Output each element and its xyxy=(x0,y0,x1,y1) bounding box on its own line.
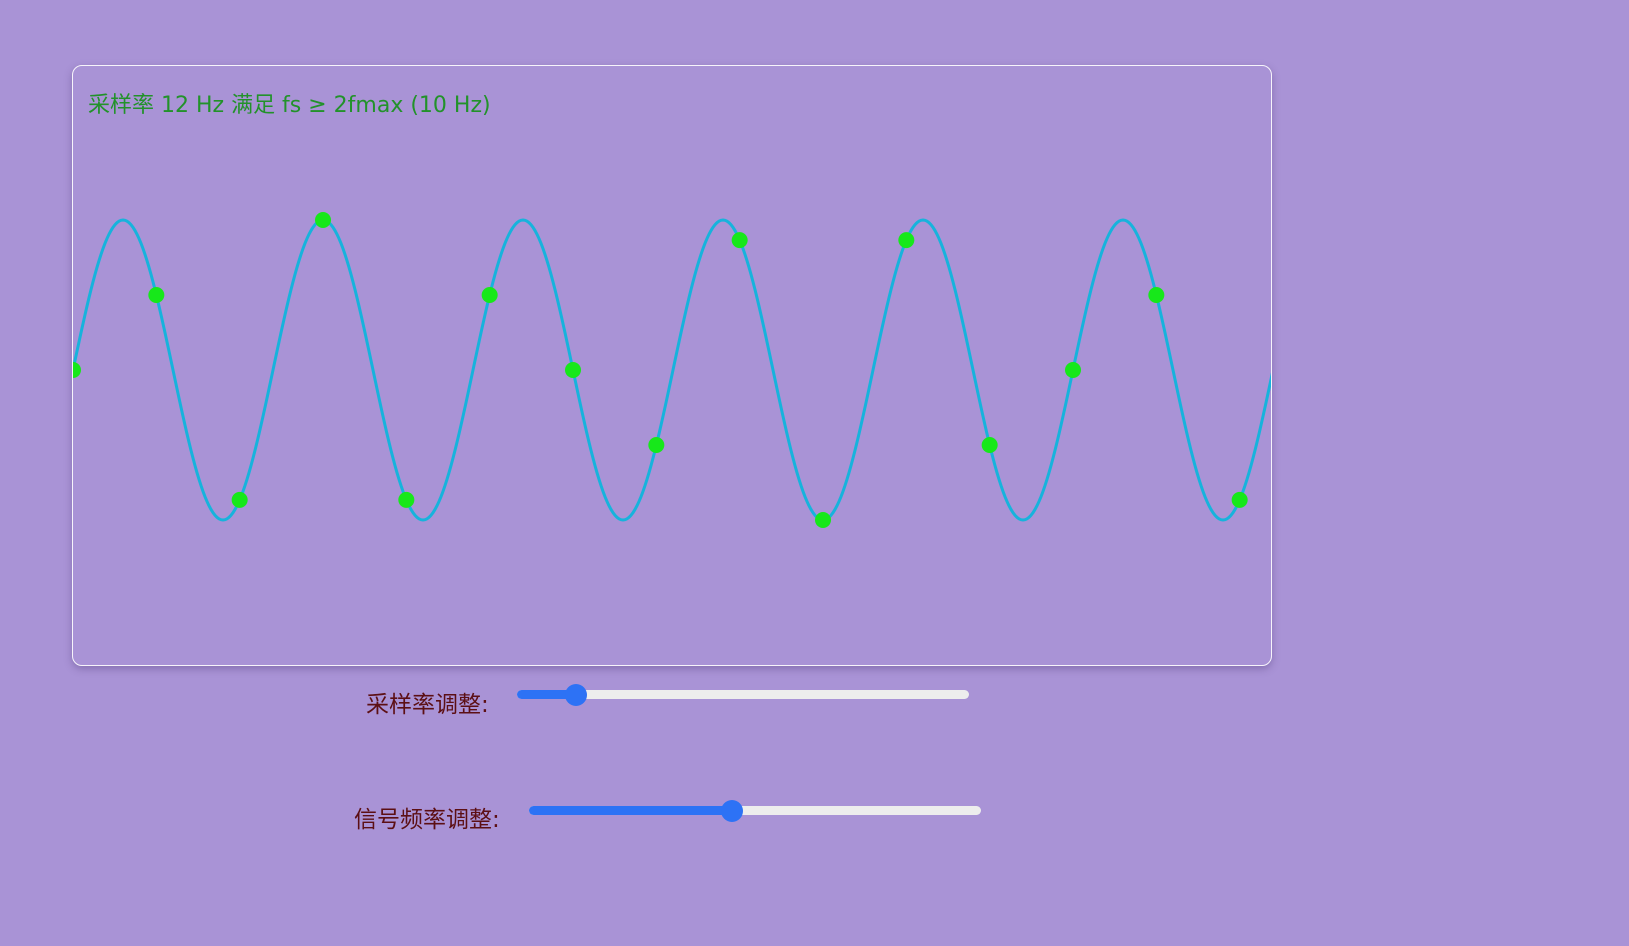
sample-point xyxy=(231,491,248,508)
sample-point xyxy=(815,512,831,528)
sample-point xyxy=(981,437,998,453)
sample-point xyxy=(565,362,581,378)
sample-point xyxy=(315,212,331,228)
sample-point xyxy=(898,232,915,249)
sample-rate-slider-thumb[interactable] xyxy=(564,684,587,706)
signal-frequency-slider[interactable] xyxy=(529,800,981,822)
signal-waveform xyxy=(73,218,1271,522)
signal-frequency-slider-thumb[interactable] xyxy=(721,800,744,822)
sample-point xyxy=(1148,287,1165,303)
sample-point xyxy=(1231,491,1248,508)
sample-rate-label: 采样率调整: xyxy=(366,692,489,718)
signal-frequency-slider-fill xyxy=(529,806,733,815)
sample-point xyxy=(731,232,748,249)
sample-rate-slider[interactable] xyxy=(517,684,969,706)
sample-point xyxy=(648,437,665,453)
sample-point xyxy=(1065,362,1081,378)
sample-point xyxy=(481,287,498,303)
sample-point xyxy=(148,287,165,303)
sample-point xyxy=(398,491,415,508)
waveform-plot xyxy=(73,212,1271,528)
sample-points xyxy=(73,212,1248,528)
signal-canvas: 采样率 12 Hz 满足 fs ≥ 2fmax (10 Hz) xyxy=(72,65,1272,666)
sample-point xyxy=(73,362,81,378)
signal-frequency-label: 信号频率调整: xyxy=(354,807,500,833)
